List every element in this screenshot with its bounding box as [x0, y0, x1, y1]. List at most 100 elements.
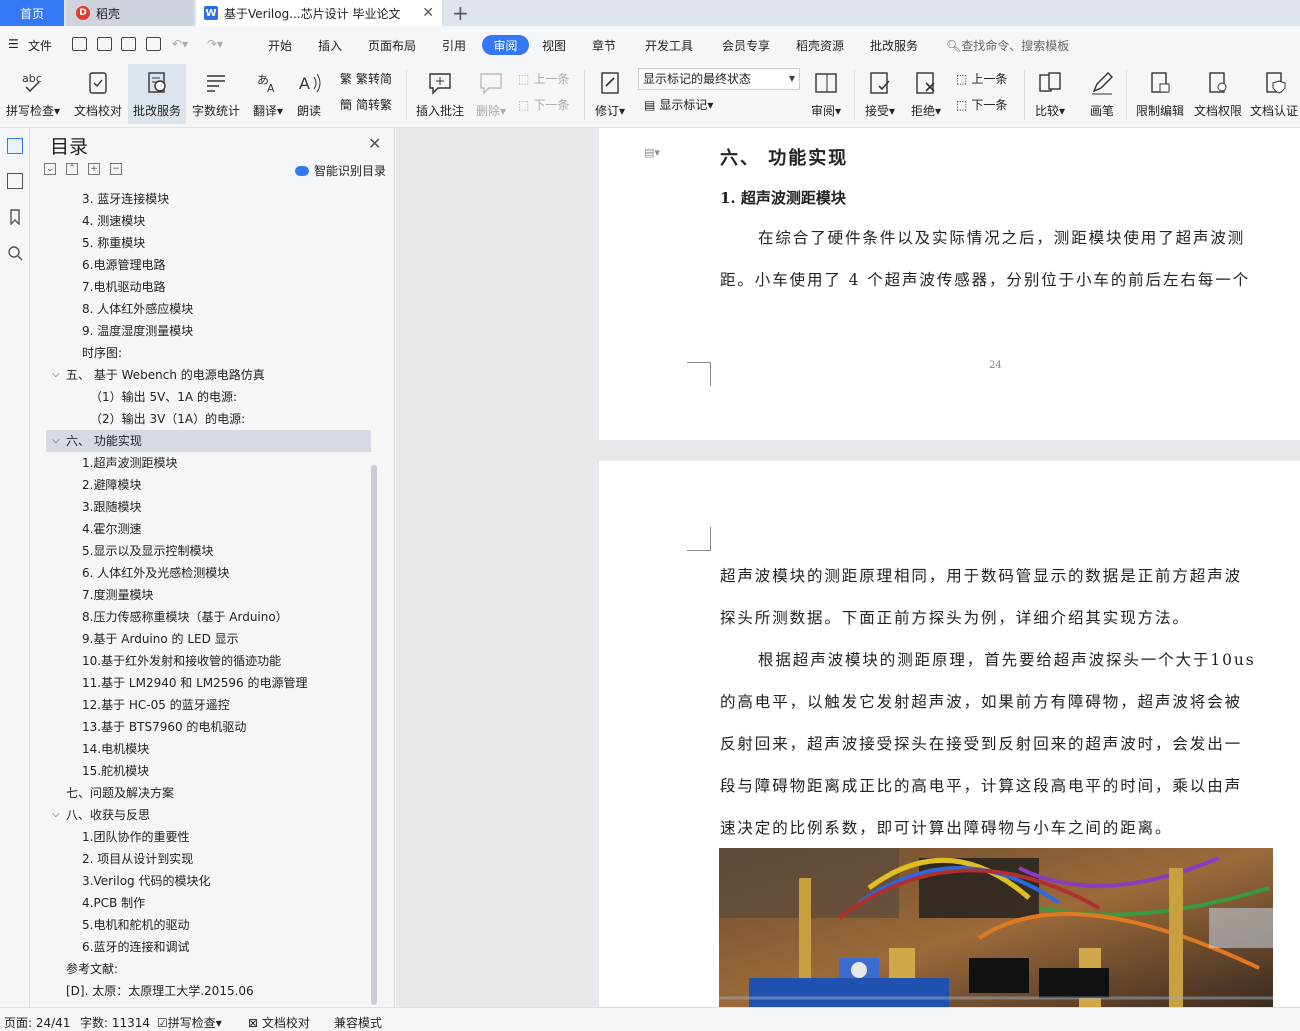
toc-item[interactable]: 13.基于 BTS7960 的电机驱动	[46, 716, 371, 738]
prev-comment-button[interactable]: ⬚ 上一条	[518, 70, 569, 87]
menu-file[interactable]: 文件	[28, 37, 52, 54]
tab-daoke[interactable]: D 稻壳	[66, 0, 194, 26]
toc-item[interactable]: 2. 项目从设计到实现	[46, 848, 371, 870]
redo-icon[interactable]: ↷▾	[207, 37, 223, 51]
toc-item[interactable]: 9.基于 Arduino 的 LED 显示	[46, 628, 371, 650]
toc-item[interactable]: 2.避障模块	[46, 474, 371, 496]
toc-item[interactable]: 4.霍尔测速	[46, 518, 371, 540]
toc-item[interactable]: 12.基于 HC-05 的蓝牙遥控	[46, 694, 371, 716]
toc-item[interactable]: 1.超声波测距模块	[46, 452, 371, 474]
bookmark-icon[interactable]	[7, 209, 23, 226]
menu-layout[interactable]: 页面布局	[368, 37, 416, 54]
word-count-indicator[interactable]: 字数: 11314	[80, 1014, 150, 1031]
toc-item[interactable]: 5. 称重模块	[46, 232, 371, 254]
read-aloud-button[interactable]: A 朗读	[292, 64, 326, 124]
reject-button[interactable]: 拒绝▾	[906, 64, 946, 124]
toc-item[interactable]: 5.显示以及显示控制模块	[46, 540, 371, 562]
close-icon[interactable]: ✕	[422, 5, 434, 21]
insert-comment-button[interactable]: 插入批注	[412, 64, 468, 124]
trad-to-simp-button[interactable]: 繁繁转简	[340, 70, 392, 87]
show-markup-button[interactable]: ▤ 显示标记 ▾	[644, 96, 713, 113]
export-pdf-icon[interactable]	[97, 37, 112, 51]
toc-item[interactable]: 4.PCB 制作	[46, 892, 371, 914]
toc-item[interactable]: [D]. 太原：太原理工大学.2015.06	[46, 980, 371, 1002]
toc-item[interactable]: 5.电机和舵机的驱动	[46, 914, 371, 936]
toc-item[interactable]: 8.压力传感称重模块（基于 Arduino）	[46, 606, 371, 628]
hamburger-icon[interactable]: ☰	[8, 37, 19, 51]
status-proofread[interactable]: ⊠ 文档校对	[248, 1014, 310, 1031]
remove-heading-icon[interactable]: −	[110, 163, 122, 175]
toc-item[interactable]: 7.度测量模块	[46, 584, 371, 606]
toc-item[interactable]: 8. 人体红外感应模块	[46, 298, 371, 320]
toc-item[interactable]: 3. 蓝牙连接模块	[46, 188, 371, 210]
menu-start[interactable]: 开始	[268, 37, 292, 54]
next-comment-button[interactable]: ⬚ 下一条	[518, 96, 569, 113]
pen-button[interactable]: 画笔	[1082, 64, 1122, 124]
translate-button[interactable]: あA 翻译▾	[248, 64, 288, 124]
toc-item[interactable]: 7.电机驱动电路	[46, 276, 371, 298]
smart-toc-button[interactable]: 智能识别目录	[295, 162, 386, 179]
toc-item[interactable]: 七、问题及解决方案	[46, 782, 371, 804]
collapse-all-icon[interactable]: ⌄	[44, 163, 56, 175]
toc-item[interactable]: 6. 人体红外及光感检测模块	[46, 562, 371, 584]
menu-chapter[interactable]: 章节	[592, 37, 616, 54]
toc-item[interactable]: 3.跟随模块	[46, 496, 371, 518]
chevron-down-icon[interactable]: ⌵	[52, 364, 60, 386]
next-change-button[interactable]: ⬚ 下一条	[956, 96, 1007, 113]
close-icon[interactable]: ✕	[368, 134, 381, 153]
markup-state-select[interactable]: 显示标记的最终状态 ▼	[638, 68, 800, 90]
print-preview-icon[interactable]	[146, 37, 161, 51]
toc-item[interactable]: 11.基于 LM2940 和 LM2596 的电源管理	[46, 672, 371, 694]
document-rights-button[interactable]: 文档权限	[1190, 64, 1246, 124]
print-icon[interactable]	[121, 37, 136, 51]
word-count-button[interactable]: 字数统计	[188, 64, 244, 124]
review-pane-button[interactable]: 审阅▾	[806, 64, 846, 124]
chapter-pane-icon[interactable]	[7, 173, 23, 189]
toc-item[interactable]: 6.蓝牙的连接和调试	[46, 936, 371, 958]
restrict-edit-button[interactable]: 限制编辑	[1132, 64, 1188, 124]
menu-review[interactable]: 审阅	[482, 35, 529, 55]
save-icon[interactable]	[72, 37, 87, 51]
menu-insert[interactable]: 插入	[318, 37, 342, 54]
expand-all-icon[interactable]: ⌃	[66, 163, 78, 175]
chevron-down-icon[interactable]: ⌵	[52, 804, 60, 826]
compare-button[interactable]: 比较▾	[1030, 64, 1070, 124]
menu-member[interactable]: 会员专享	[722, 37, 770, 54]
menu-view[interactable]: 视图	[542, 37, 566, 54]
toc-item[interactable]: 时序图:	[46, 342, 371, 364]
page-indicator[interactable]: 页面: 24/41	[4, 1014, 70, 1031]
toc-item[interactable]: 14.电机模块	[46, 738, 371, 760]
toc-item[interactable]: 9. 温度湿度测量模块	[46, 320, 371, 342]
document-icon[interactable]: ▤▾	[644, 146, 660, 159]
tab-home[interactable]: 首页	[0, 0, 64, 26]
delete-comment-button[interactable]: 删除▾	[472, 64, 510, 124]
correction-service-button[interactable]: 批改服务	[128, 64, 186, 124]
search-command[interactable]: 🔍︎查找命令、搜索模板	[946, 37, 1069, 54]
menu-reference[interactable]: 引用	[442, 37, 466, 54]
toc-pane-icon[interactable]	[7, 138, 23, 154]
accept-button[interactable]: 接受▾	[860, 64, 900, 124]
new-tab-plus-icon[interactable]: +	[452, 1, 469, 25]
toc-item[interactable]: 4. 测速模块	[46, 210, 371, 232]
toc-item[interactable]: 6.电源管理电路	[46, 254, 371, 276]
undo-icon[interactable]: ↶▾	[172, 37, 188, 51]
menu-daoke-resources[interactable]: 稻壳资源	[796, 37, 844, 54]
toc-item[interactable]: ⌵ 五、 基于 Webench 的电源电路仿真	[46, 364, 371, 386]
toc-item[interactable]: ⌵ 六、 功能实现	[46, 430, 371, 452]
prev-change-button[interactable]: ⬚ 上一条	[956, 70, 1007, 87]
find-icon[interactable]	[7, 245, 23, 261]
toc-scrollbar[interactable]	[371, 465, 377, 1005]
simp-to-trad-button[interactable]: 簡简转繁	[340, 96, 392, 113]
document-auth-button[interactable]: 文档认证	[1250, 64, 1300, 124]
add-heading-icon[interactable]: +	[88, 163, 100, 175]
revise-button[interactable]: 修订▾	[590, 64, 630, 124]
menu-correction-service[interactable]: 批改服务	[870, 37, 918, 54]
proofread-button[interactable]: 文档校对	[70, 64, 126, 124]
toc-item[interactable]: 参考文献:	[46, 958, 371, 980]
toc-item[interactable]: （2）输出 3V（1A）的电源:	[46, 408, 371, 430]
toc-item[interactable]: （1）输出 5V、1A 的电源:	[46, 386, 371, 408]
chevron-down-icon[interactable]: ⌵	[52, 430, 60, 452]
spell-check-button[interactable]: abc 拼写检查▾	[4, 64, 62, 124]
toc-item[interactable]: 15.舵机模块	[46, 760, 371, 782]
toc-item[interactable]: ⌵ 八、收获与反思	[46, 804, 371, 826]
